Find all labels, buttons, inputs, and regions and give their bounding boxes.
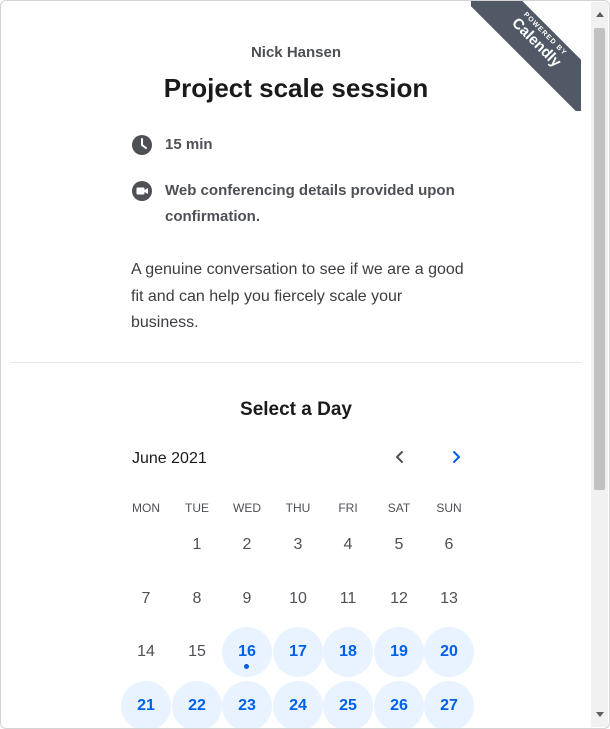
day-cell: 6	[444, 536, 454, 553]
available-day-button[interactable]: 22	[172, 681, 222, 728]
day-number: 16	[238, 643, 256, 660]
duration-text: 15 min	[165, 136, 213, 153]
event-description: A genuine conversation to see if we are …	[131, 261, 464, 331]
day-cell: 15	[188, 643, 206, 660]
available-day-button[interactable]: 27	[424, 681, 474, 728]
day-cell: 8	[192, 590, 202, 607]
day-cell: 1	[192, 536, 202, 553]
day-cell: 2	[242, 536, 252, 553]
scroll-up-button[interactable]	[591, 6, 608, 23]
weekday-thu: THU	[285, 501, 311, 515]
available-day-button[interactable]: 21	[121, 681, 171, 728]
available-day-button[interactable]: 20	[424, 627, 474, 677]
today-indicator	[244, 664, 249, 669]
available-day-button[interactable]: 24	[273, 681, 323, 728]
booking-widget: POWERED BY Calendly Nick Hansen Project …	[0, 0, 610, 729]
day-cell: 5	[394, 536, 404, 553]
day-cell: 10	[289, 590, 307, 607]
arrow-down-icon	[595, 712, 604, 717]
weekday-sat: SAT	[387, 501, 411, 515]
scroll-down-button[interactable]	[591, 706, 608, 723]
next-month-button[interactable]	[445, 448, 467, 470]
event-title: Project scale session	[163, 73, 429, 103]
day-cell: 11	[339, 590, 357, 607]
location-text: Web conferencing details provided upon c…	[165, 182, 455, 225]
weekday-mon: MON	[132, 501, 160, 515]
weekday-sun: SUN	[436, 501, 462, 515]
video-camera-icon	[131, 180, 153, 202]
clock-icon	[131, 134, 153, 156]
available-day-today[interactable]: 16	[222, 627, 272, 677]
available-day-button[interactable]: 17	[273, 627, 323, 677]
location-detail: Web conferencing details provided upon c…	[131, 180, 471, 230]
scrollbar-thumb[interactable]	[594, 28, 605, 490]
duration-detail: 15 min	[131, 134, 213, 158]
available-day-button[interactable]: 23	[222, 681, 272, 728]
available-day-button[interactable]: 19	[374, 627, 424, 677]
prev-month-button[interactable]	[389, 448, 411, 470]
host-name: Nick Hansen	[250, 44, 342, 61]
available-day-button[interactable]: 25	[323, 681, 373, 728]
chevron-left-icon	[394, 450, 406, 469]
weekday-fri: FRI	[338, 501, 358, 515]
day-cell: 3	[293, 536, 303, 553]
weekday-tue: TUE	[185, 501, 209, 515]
arrow-up-icon	[595, 12, 604, 17]
day-cell: 12	[390, 590, 408, 607]
available-day-button[interactable]: 26	[374, 681, 424, 728]
vertical-scrollbar[interactable]	[591, 2, 608, 727]
divider	[11, 362, 581, 363]
day-cell: 9	[242, 590, 252, 607]
month-label: June 2021	[132, 450, 207, 467]
day-cell: 4	[343, 536, 353, 553]
weekday-wed: WED	[233, 501, 261, 515]
day-cell: 7	[141, 590, 151, 607]
day-cell: 14	[137, 643, 155, 660]
day-cell: 13	[440, 590, 458, 607]
select-day-heading: Select a Day	[240, 399, 352, 420]
chevron-right-icon	[450, 450, 462, 469]
available-day-button[interactable]: 18	[323, 627, 373, 677]
